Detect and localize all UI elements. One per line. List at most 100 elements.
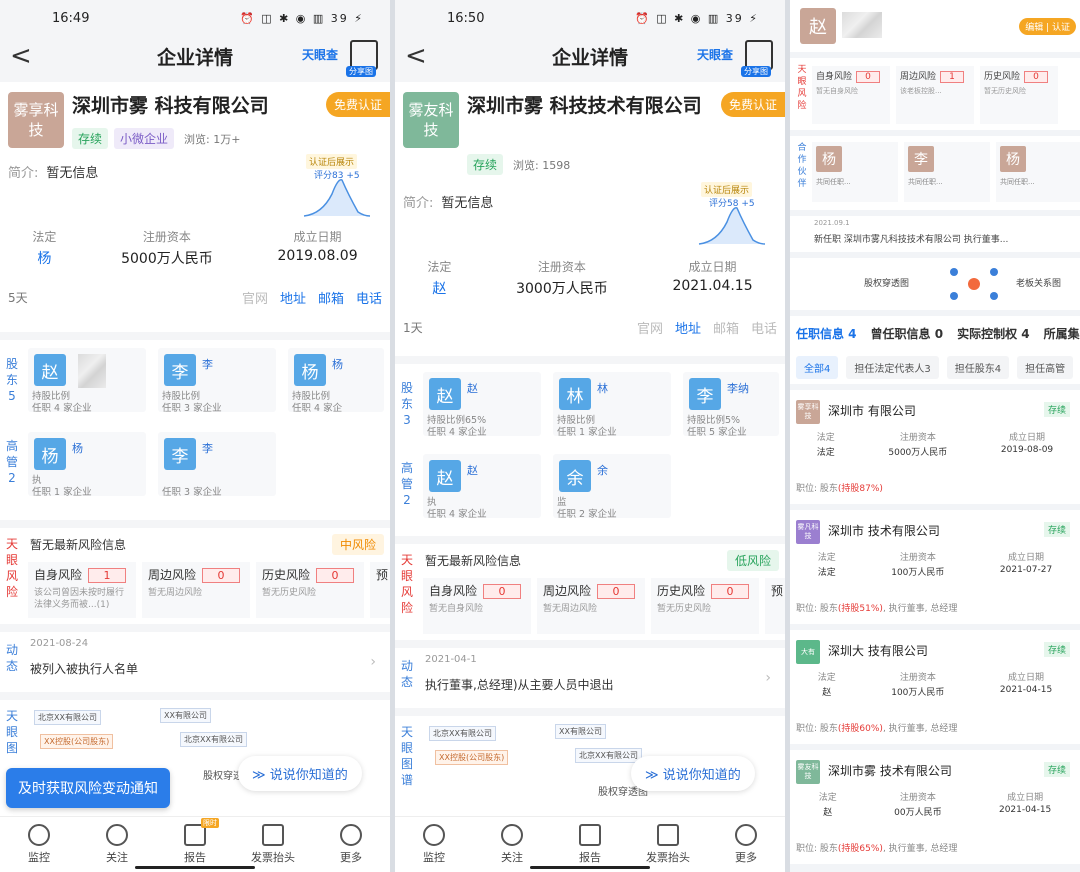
tag-small-business: 小微企业 <box>114 128 175 149</box>
dynamics-text: 被列入被执行人名单 <box>30 662 139 676</box>
chip-shareholder[interactable]: 担任股东4 <box>946 355 1010 379</box>
executive-card[interactable]: 赵赵执任职 4 家企业 <box>423 454 541 520</box>
key-stats: 法定杨 注册资本 5000万人民币 成立日期 2019.08.09 <box>0 228 390 268</box>
website-link[interactable]: 官网 <box>242 288 268 307</box>
boss-relation-link[interactable]: 老板关系图 <box>1016 276 1061 289</box>
back-icon[interactable]: < <box>10 41 40 71</box>
graph-node: XX有限公司 <box>160 708 211 723</box>
tab-follow[interactable]: 关注 <box>87 824 147 865</box>
more-icon <box>735 824 757 846</box>
self-risk[interactable]: 自身风险 0 暂无自身风险 <box>423 578 531 634</box>
news-text: 新任职 深圳市雾凡科技技术有限公司 执行董事... <box>814 235 1009 245</box>
phone-link[interactable]: 电话 <box>356 288 382 307</box>
chip-all[interactable]: 全部4 <box>796 355 839 379</box>
executive-card[interactable]: 杨杨执任职 1 家企业 <box>28 432 146 498</box>
edit-certify-button[interactable]: 编辑 | 认证 <box>1019 18 1076 35</box>
shareholder-card[interactable]: 李李持股比例 任职 3 家企业 <box>158 348 276 414</box>
tab-control[interactable]: 实际控制权 4 <box>957 325 1030 342</box>
tab-group[interactable]: 所属集团 <box>1044 325 1080 342</box>
company-card[interactable]: 雾凡科技 深圳市 技术有限公司 存续 法定 法定 注册资本 100万人民币 成立日期 2021-… <box>790 510 1080 624</box>
email-link[interactable]: 邮箱 <box>713 318 739 337</box>
tab-monitor[interactable]: 监控 <box>404 824 464 865</box>
tab-follow[interactable]: 关注 <box>482 824 542 865</box>
share-icon[interactable]: 分享图 <box>741 40 773 77</box>
stat-founded: 成立日期 2021.04.15 <box>672 260 753 294</box>
certify-button[interactable]: 免费认证 <box>325 92 390 117</box>
shareholder-card[interactable]: 杨杨持股比例 任职 4 家企 <box>288 348 384 414</box>
feedback-bubble[interactable]: ≫ 说说你知道的 <box>631 756 755 791</box>
share-icon[interactable]: 分享图 <box>346 40 378 77</box>
company-card[interactable]: 大有 深圳大 技有限公司 存续 法定赵注册资本 100万人民币 成立日期 2021-04-1… <box>790 630 1080 744</box>
tab-invoice[interactable]: 发票抬头 <box>638 824 698 865</box>
partner-card[interactable]: 杨共同任职... <box>812 142 898 202</box>
risk-label: 天眼风险 <box>797 65 807 111</box>
person-risk-section[interactable]: 天眼风险 自身风险 0 暂无自身风险 周边风险 1 该老板控股... 历史风险 0 暂无历史… <box>790 58 1080 130</box>
executive-card[interactable]: 李李任职 3 家企业 <box>158 432 276 498</box>
chip-executive[interactable]: 担任高管 <box>1017 355 1074 379</box>
chevron-right-icon: › <box>765 670 771 686</box>
company-card[interactable]: 雾友科技 深圳市雾 技术有限公司 存续 法定赵注册资本 00万人民币 成立日期 2021-0… <box>790 750 1080 864</box>
history-risk[interactable]: 历史风险 0 暂无历史风险 <box>651 578 759 634</box>
tab-more[interactable]: 更多 <box>321 824 381 865</box>
address-link[interactable]: 地址 <box>280 288 306 307</box>
risk-headline: 暂无最新风险信息 <box>425 554 522 568</box>
surrounding-risk[interactable]: 周边风险 0 暂无周边风险 <box>142 562 250 618</box>
status-icons: ⏰ ◫ ✱ ◉ ▥ 39 ⚡ <box>635 11 759 25</box>
status-tags: 存续 小微企业 浏览: 1万+ <box>72 128 240 149</box>
shareholder-card[interactable]: 李李纳 持股比例5% 任职 5 家企业 <box>683 372 779 438</box>
surrounding-risk[interactable]: 周边风险 0 暂无周边风险 <box>537 578 645 634</box>
shareholder-card[interactable]: 赵赵持股比例65% 任职 4 家企业 <box>423 372 541 438</box>
risk-level-badge: 低风险 <box>726 550 779 571</box>
partner-card[interactable]: 杨共同任职... <box>996 142 1080 202</box>
address-link[interactable]: 地址 <box>675 318 701 337</box>
history-risk[interactable]: 历史风险 0 暂无历史风险 <box>980 66 1058 124</box>
surrounding-risk[interactable]: 周边风险 1 该老板控股... <box>896 66 974 124</box>
more-risk[interactable]: 预 <box>765 578 785 634</box>
tab-invoice[interactable]: 发票抬头 <box>243 824 303 865</box>
self-risk[interactable]: 自身风险 0 暂无自身风险 <box>812 66 890 124</box>
dynamics-section[interactable]: 动态 2021-08-24 被列入被执行人名单 › <box>0 632 390 692</box>
phone-2: 16:50 ⏰ ◫ ✱ ◉ ▥ 39 ⚡ < 企业详情 天眼查 分享图 雾友科技… <box>395 0 785 872</box>
shareholder-card[interactable]: 林林持股比例 任职 1 家企业 <box>553 372 671 438</box>
chip-legal-rep[interactable]: 担任法定代表人3 <box>846 355 939 379</box>
stat-legal[interactable]: 法定杨 <box>32 228 56 268</box>
dynamics-text: 执行董事,总经理)从主要人员中退出 <box>425 678 614 692</box>
tab-more[interactable]: 更多 <box>716 824 776 865</box>
contact-actions: 5天 官网 地址 邮箱 电话 <box>8 288 382 307</box>
dynamics-section[interactable]: 动态 2021-04-1 执行董事,总经理)从主要人员中退出 › <box>395 648 785 708</box>
person-news[interactable]: 2021.09.1 新任职 深圳市雾凡科技技术有限公司 执行董事... <box>790 216 1080 252</box>
chevrons-down-icon: ≫ <box>252 768 270 783</box>
tab-report[interactable]: 限时 报告 <box>165 818 225 865</box>
shareholder-card[interactable]: 赵持股比例 任职 4 家企业 <box>28 348 146 414</box>
email-link[interactable]: 邮箱 <box>318 288 344 307</box>
screenshot-collage: 16:49 ⏰ ◫ ✱ ◉ ▥ 39 ⚡ < 企业详情 天眼查 分享图 雾享科技… <box>0 0 1080 872</box>
tab-monitor[interactable]: 监控 <box>9 824 69 865</box>
back-icon[interactable]: < <box>405 41 435 71</box>
partner-card[interactable]: 李共同任职... <box>904 142 990 202</box>
dynamics-date: 2021-04-1 <box>425 654 477 665</box>
tab-report[interactable]: 报告 <box>560 824 620 865</box>
status-icons: ⏰ ◫ ✱ ◉ ▥ 39 ⚡ <box>240 11 364 25</box>
tab-current-positions[interactable]: 任职信息 4 <box>796 325 857 342</box>
company-name: 深圳大 技有限公司 <box>828 644 928 658</box>
certify-button[interactable]: 免费认证 <box>720 92 785 117</box>
executive-card[interactable]: 余余监任职 2 家企业 <box>553 454 671 520</box>
history-risk[interactable]: 历史风险 0 暂无历史风险 <box>256 562 364 618</box>
risk-section[interactable]: 天眼风险 暂无最新风险信息 低风险 自身风险 0 暂无自身风险 周边风险 0 暂无周边风… <box>395 544 785 640</box>
self-risk[interactable]: 自身风险 1 该公司曾因未按时履行法律义务而被...(1) <box>28 562 136 618</box>
risk-notify-banner[interactable]: 及时获取风险变动通知 <box>6 768 170 808</box>
stat-legal[interactable]: 法定赵 <box>427 258 451 298</box>
website-link[interactable]: 官网 <box>637 318 663 337</box>
star-icon <box>501 824 523 846</box>
phone-link[interactable]: 电话 <box>751 318 777 337</box>
feedback-bubble[interactable]: ≫ 说说你知道的 <box>238 756 362 791</box>
nav-bar: < 企业详情 天眼查 分享图 <box>395 36 785 77</box>
more-risk[interactable]: 预 <box>370 562 390 618</box>
bottom-tab-bar: 监控 关注 报告 发票抬头 更多 <box>395 816 785 872</box>
risk-section[interactable]: 天眼风险 暂无最新风险信息 中风险 自身风险 1 该公司曾因未按时履行法律义务而被.… <box>0 528 390 624</box>
tab-past-positions[interactable]: 曾任职信息 0 <box>871 325 944 342</box>
partners-section[interactable]: 合作伙伴 杨共同任职... 李共同任职... 杨共同任职... <box>790 136 1080 210</box>
company-card[interactable]: 雾享科技 深圳市 有限公司 存续 法定 法定 注册资本 5000万人民币 成立日期 2019-0… <box>790 390 1080 504</box>
role-line: 职位: 股东(持股65%), 执行董事, 总经理 <box>796 844 958 854</box>
equity-map-link[interactable]: 股权穿透图 <box>864 276 909 289</box>
